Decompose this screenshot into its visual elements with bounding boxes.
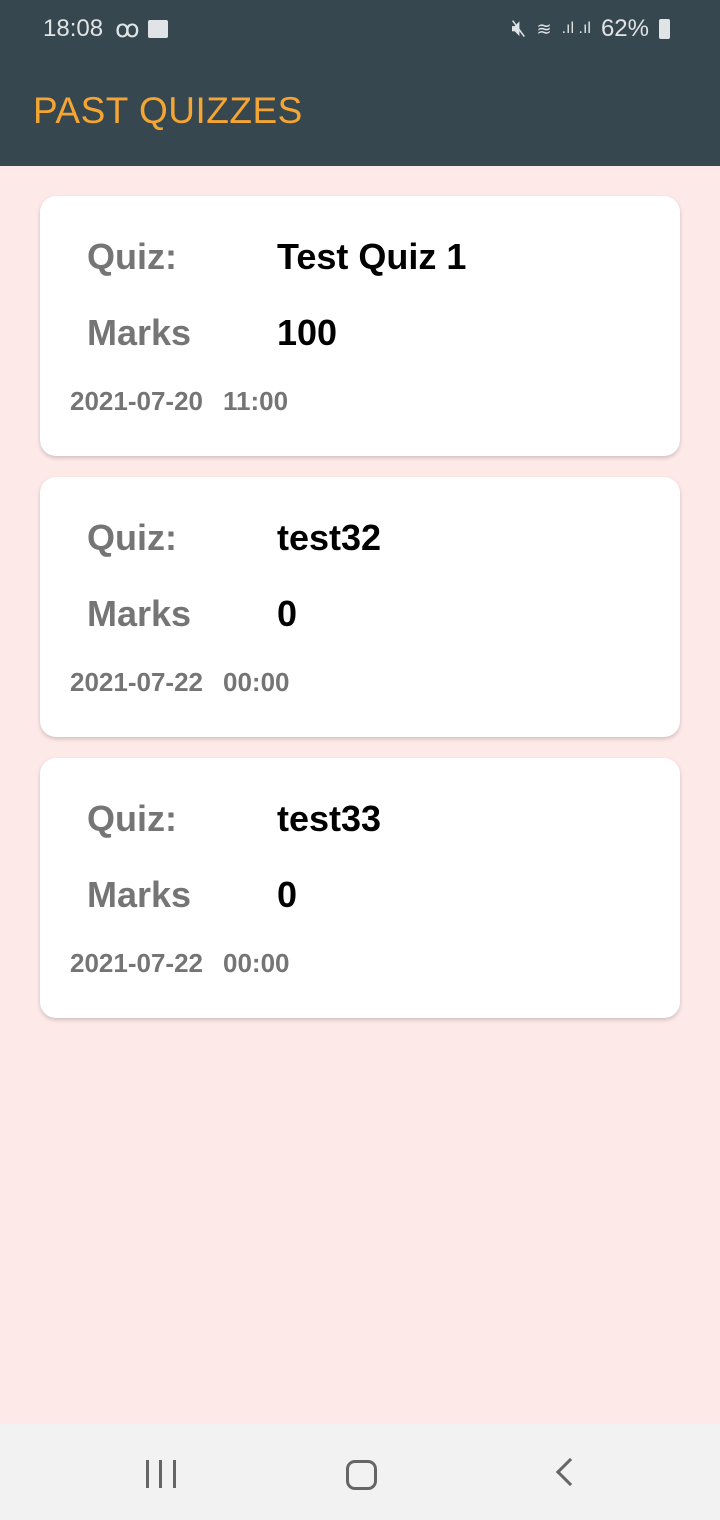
quiz-label: Quiz: (87, 236, 177, 277)
marks-label: Marks (87, 312, 192, 353)
home-button[interactable] (346, 1460, 377, 1490)
quiz-card[interactable]: Quiz: Test Quiz 1 Marks 100 2021-07-20 11… (40, 196, 680, 456)
status-bar: 18:08 ꝏ 🔇︎ ≋ .ıl .ıl 62% (43, 12, 670, 46)
battery-level: 62% (600, 15, 649, 42)
quiz-date: 2021-07-22 (70, 948, 203, 978)
app-bar: 18:08 ꝏ 🔇︎ ≋ .ıl .ıl 62% PAST QUIZZES (0, 0, 720, 166)
battery-icon (659, 19, 670, 39)
wifi-icon: ≋ (536, 18, 552, 39)
quiz-datetime: 2021-07-22 00:00 (70, 948, 290, 979)
marks-label: Marks (87, 874, 192, 915)
quiz-name: Test Quiz 1 (277, 236, 467, 277)
image-icon (147, 20, 168, 38)
marks-value: 0 (277, 593, 298, 634)
quiz-card[interactable]: Quiz: test33 Marks 0 2021-07-22 00:00 (40, 758, 680, 1018)
page-title: PAST QUIZZES (33, 90, 303, 131)
app-notification-icon: ꝏ (115, 15, 140, 43)
signal-icon: .ıl .ıl (561, 20, 591, 37)
quiz-time: 11:00 (223, 386, 289, 416)
marks-label: Marks (87, 593, 192, 634)
quiz-datetime: 2021-07-22 00:00 (70, 667, 290, 698)
clock: 18:08 (43, 15, 104, 42)
mute-icon: 🔇︎ (511, 15, 527, 42)
quiz-date: 2021-07-20 (70, 386, 203, 416)
recent-apps-button[interactable] (146, 1460, 176, 1488)
quiz-date: 2021-07-22 (70, 667, 203, 697)
marks-value: 0 (277, 874, 298, 915)
marks-value: 100 (277, 312, 338, 353)
quiz-label: Quiz: (87, 517, 177, 558)
quiz-label: Quiz: (87, 798, 177, 839)
quiz-time: 00:00 (223, 667, 290, 697)
navigation-bar (0, 1424, 720, 1520)
back-button[interactable] (555, 1457, 585, 1487)
quiz-name: test33 (277, 798, 382, 839)
quiz-name: test32 (277, 517, 382, 558)
quiz-datetime: 2021-07-20 11:00 (70, 386, 288, 417)
quiz-card[interactable]: Quiz: test32 Marks 0 2021-07-22 00:00 (40, 477, 680, 737)
quiz-time: 00:00 (223, 948, 290, 978)
